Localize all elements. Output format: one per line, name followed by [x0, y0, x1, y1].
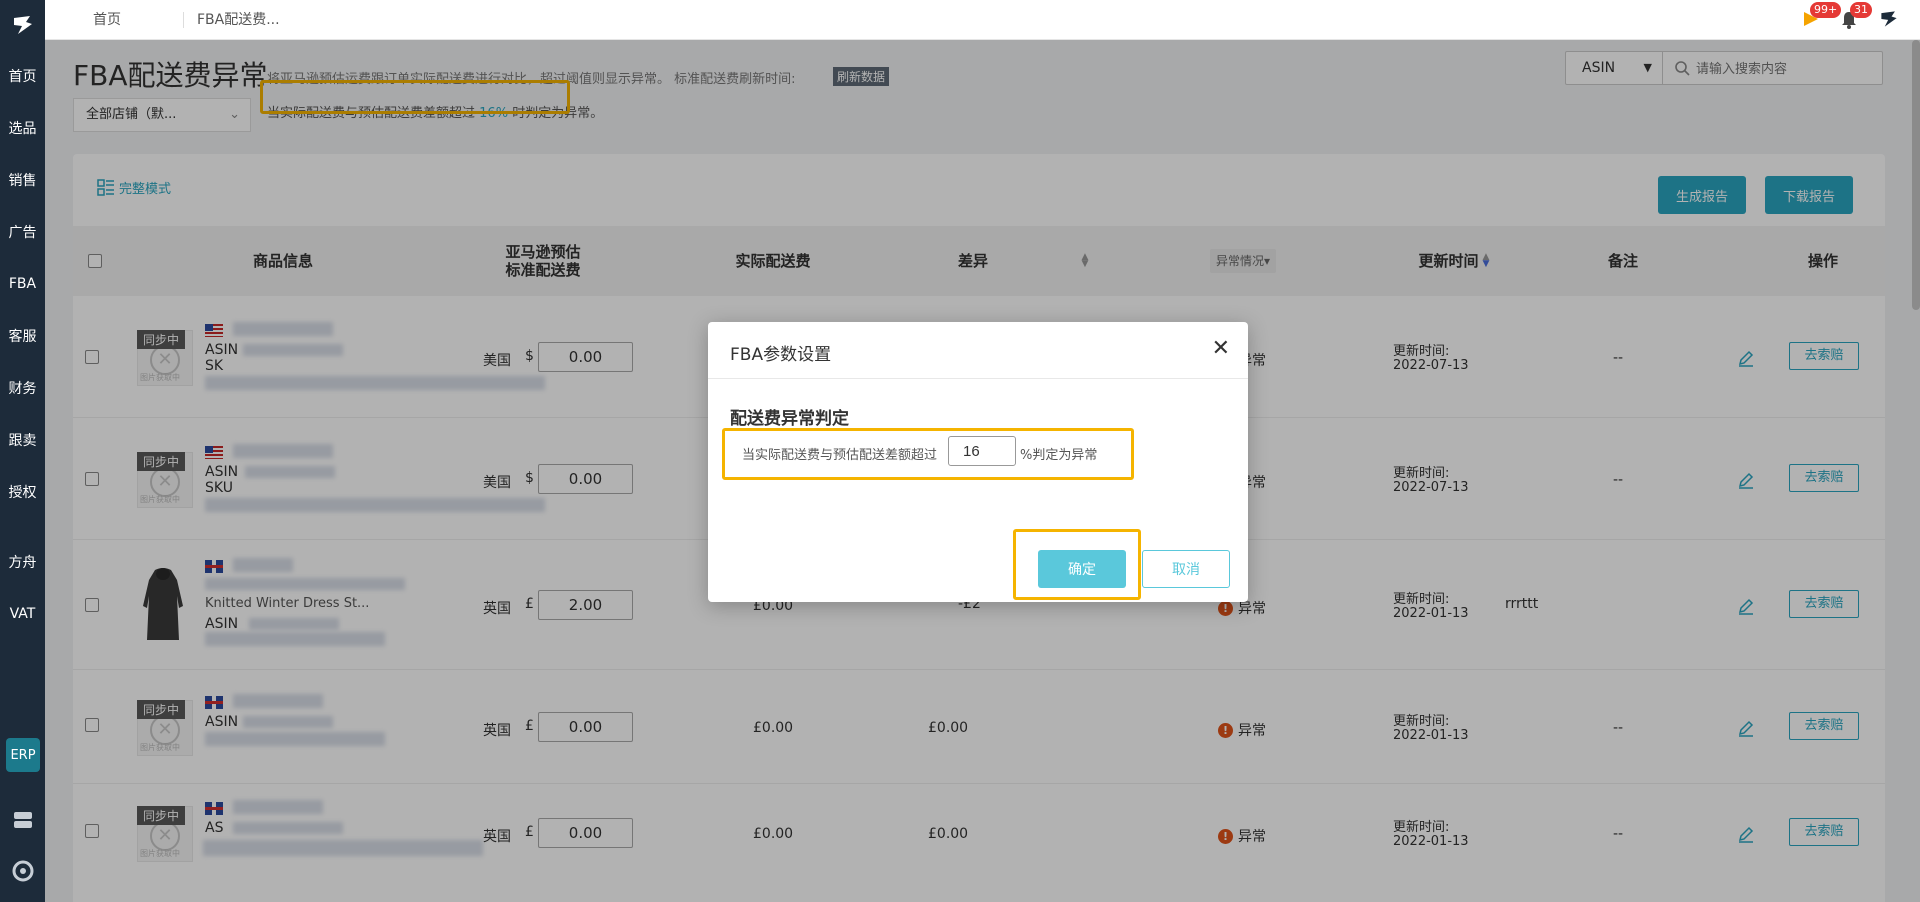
user-avatar-icon[interactable]: [1878, 8, 1900, 34]
section-title: 配送费异常判定: [730, 409, 849, 429]
tab-divider: [183, 12, 184, 28]
sidebar-item-service[interactable]: 客服: [0, 310, 45, 362]
sidebar-item-finance[interactable]: 财务: [0, 362, 45, 414]
sidebar-item-home[interactable]: 首页: [0, 50, 45, 102]
bell-badge: 31: [1850, 2, 1872, 18]
sidebar-item-ads[interactable]: 广告: [0, 206, 45, 258]
sidebar-item-ark[interactable]: 方舟: [0, 536, 45, 588]
sidebar-item-vat[interactable]: VAT: [0, 588, 45, 640]
modal-header: FBA参数设置 ✕: [708, 322, 1248, 379]
top-icons: 99+ 31: [1790, 2, 1900, 34]
tab-home[interactable]: 首页: [93, 0, 121, 40]
logo-icon[interactable]: [0, 0, 45, 50]
cancel-button[interactable]: 取消: [1142, 550, 1230, 588]
top-bar: 首页 FBA配送费... 99+ 31: [45, 0, 1920, 40]
sidebar-item-auth[interactable]: 授权: [0, 466, 45, 518]
modal-title: FBA参数设置: [730, 345, 832, 365]
sidebar: 首页 选品 销售 广告 FBA 客服 财务 跟卖 授权 方舟 VAT ERP: [0, 0, 45, 902]
highlight-box-confirm: [1013, 529, 1141, 600]
sidebar-item-follow[interactable]: 跟卖: [0, 414, 45, 466]
flag-badge: 99+: [1810, 2, 1842, 18]
tab-fba-fee[interactable]: FBA配送费...: [197, 0, 280, 40]
highlight-box-threshold: [722, 428, 1134, 480]
support-icon[interactable]: [0, 860, 45, 882]
sidebar-item-fba[interactable]: FBA: [0, 258, 45, 310]
sidebar-item-selection[interactable]: 选品: [0, 102, 45, 154]
sidebar-item-sales[interactable]: 销售: [0, 154, 45, 206]
sidebar-item-erp[interactable]: ERP: [6, 738, 40, 772]
close-icon[interactable]: ✕: [1212, 336, 1230, 361]
store-icon[interactable]: [0, 810, 45, 830]
fba-settings-modal: FBA参数设置 ✕ 配送费异常判定 当实际配送费与预估配送差额超过 %判定为异常…: [708, 322, 1248, 602]
